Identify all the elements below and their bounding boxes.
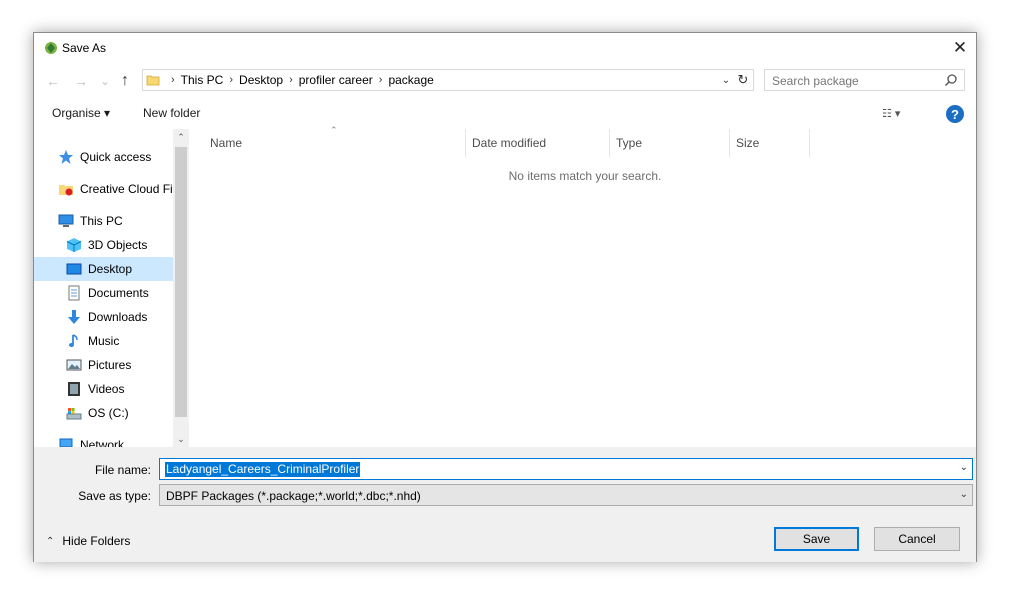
organise-button[interactable]: Organise ▾ (52, 106, 110, 120)
command-bar: Organise ▾ New folder ☷ ▾ ? (34, 101, 976, 129)
sidebar-item-label: Desktop (88, 262, 133, 276)
address-dropdown-button[interactable]: ⌄ (719, 73, 733, 87)
scroll-up-button[interactable]: ⌃ (173, 129, 189, 145)
sidebar-item-label: Quick access (80, 150, 152, 164)
empty-message: No items match your search. (508, 169, 662, 183)
new-folder-button[interactable]: New folder (143, 106, 200, 120)
save-type-select[interactable]: DBPF Packages (*.package;*.world;*.dbc;*… (159, 484, 973, 506)
column-header-name[interactable]: Name (204, 129, 466, 157)
search-input[interactable]: Search package (764, 69, 965, 91)
file-list: ⌃ Name Date modified Type Size No items … (190, 125, 976, 447)
app-icon (45, 42, 57, 54)
file-name-label: File name: (94, 463, 151, 477)
cancel-button[interactable]: Cancel (874, 527, 960, 551)
document-icon (68, 285, 80, 301)
sidebar-item-label: Creative Cloud Fil (80, 182, 176, 196)
file-name-value[interactable]: Ladyangel_Careers_CriminalProfiler (165, 462, 361, 477)
sidebar-item-label: Music (88, 334, 120, 348)
cube-icon (66, 238, 82, 252)
save-button[interactable]: Save (774, 527, 859, 551)
sidebar-item-pictures[interactable]: Pictures (66, 353, 131, 377)
help-icon[interactable]: ? (946, 105, 964, 123)
sidebar-item-label: Documents (88, 286, 149, 300)
column-header-size[interactable]: Size (730, 129, 810, 157)
video-icon (68, 382, 80, 396)
picture-icon (66, 359, 82, 371)
sidebar-item-label: Pictures (88, 358, 132, 372)
breadcrumb: › This PC › Desktop › profiler career › … (165, 73, 434, 87)
back-button[interactable]: ← (44, 72, 62, 90)
star-icon (59, 150, 73, 164)
chevron-down-icon[interactable]: ⌄ (960, 489, 968, 500)
search-placeholder: Search package (772, 74, 859, 88)
sidebar-item-label: Videos (88, 382, 125, 396)
navigation-pane: Quick access Creative Cloud Fil This PC … (34, 129, 189, 447)
breadcrumb-this-pc[interactable]: This PC (181, 73, 224, 87)
sidebar-item-label: Downloads (88, 310, 148, 324)
search-icon[interactable] (944, 73, 958, 87)
breadcrumb-desktop[interactable]: Desktop (239, 73, 283, 87)
sidebar-item-downloads[interactable]: Downloads (66, 305, 147, 329)
up-button[interactable]: ↑ (116, 72, 134, 90)
sidebar-item-network[interactable]: Network (58, 433, 124, 447)
sidebar-item-quick-access[interactable]: Quick access (58, 145, 151, 169)
chevron-up-icon: ⌃ (46, 535, 55, 547)
refresh-button[interactable]: ↻ (735, 72, 751, 88)
title-bar: Save As ✕ (34, 33, 976, 63)
drive-icon (66, 408, 82, 420)
breadcrumb-separator[interactable]: › (229, 74, 233, 86)
column-header-date-modified[interactable]: Date modified (466, 129, 610, 157)
dialog-title: Save As (62, 41, 107, 55)
sidebar-item-label: Network (80, 438, 125, 447)
breadcrumb-separator[interactable]: › (379, 74, 383, 86)
breadcrumb-separator: › (171, 74, 175, 86)
sidebar-item-label: 3D Objects (88, 238, 148, 252)
creative-cloud-icon (59, 185, 73, 196)
desktop-icon (66, 263, 82, 275)
computer-icon (58, 214, 74, 227)
view-options-button[interactable]: ☷ ▾ (882, 107, 900, 120)
scroll-thumb[interactable] (175, 147, 187, 417)
save-options-panel: File name: Ladyangel_Careers_CriminalPro… (34, 447, 976, 562)
address-bar[interactable]: › This PC › Desktop › profiler career › … (142, 69, 754, 91)
hide-folders-label: Hide Folders (62, 534, 131, 548)
navigation-bar: ← → ⌄ ↑ › This PC › Desktop › profiler c… (34, 69, 976, 93)
column-header-type[interactable]: Type (610, 129, 730, 157)
save-type-label: Save as type: (78, 489, 151, 503)
file-name-field[interactable]: Ladyangel_Careers_CriminalProfiler ⌄ (159, 458, 973, 480)
download-icon (68, 310, 80, 324)
music-icon (69, 334, 78, 347)
sidebar-item-videos[interactable]: Videos (66, 377, 124, 401)
sidebar-item-creative-cloud[interactable]: Creative Cloud Fil (58, 177, 175, 201)
save-type-value: DBPF Packages (*.package;*.world;*.dbc;*… (166, 489, 421, 503)
breadcrumb-package[interactable]: package (388, 73, 433, 87)
sidebar-item-this-pc[interactable]: This PC (58, 209, 123, 233)
breadcrumb-profiler-career[interactable]: profiler career (299, 73, 373, 87)
breadcrumb-separator[interactable]: › (289, 74, 293, 86)
sidebar-item-music[interactable]: Music (66, 329, 119, 353)
hide-folders-button[interactable]: ⌃ Hide Folders (46, 534, 130, 548)
sidebar-item-os-drive[interactable]: OS (C:) (66, 401, 129, 425)
recent-locations-button[interactable]: ⌄ (96, 72, 114, 90)
save-as-dialog: Save As ✕ ← → ⌄ ↑ › This PC › Desktop › … (33, 32, 977, 562)
forward-button[interactable]: → (72, 72, 90, 90)
network-icon (59, 438, 73, 447)
file-name-dropdown-button[interactable]: ⌄ (960, 462, 968, 473)
sidebar-item-desktop[interactable]: Desktop (34, 257, 173, 281)
close-button[interactable]: ✕ (944, 33, 976, 63)
scroll-down-button[interactable]: ⌄ (173, 431, 189, 447)
folder-icon (146, 75, 160, 86)
sidebar-item-label: This PC (80, 214, 123, 228)
sidebar-item-label: OS (C:) (88, 406, 129, 420)
sidebar-item-3d-objects[interactable]: 3D Objects (66, 233, 147, 257)
navigation-scrollbar[interactable]: ⌃ ⌄ (173, 129, 189, 447)
sidebar-item-documents[interactable]: Documents (66, 281, 149, 305)
